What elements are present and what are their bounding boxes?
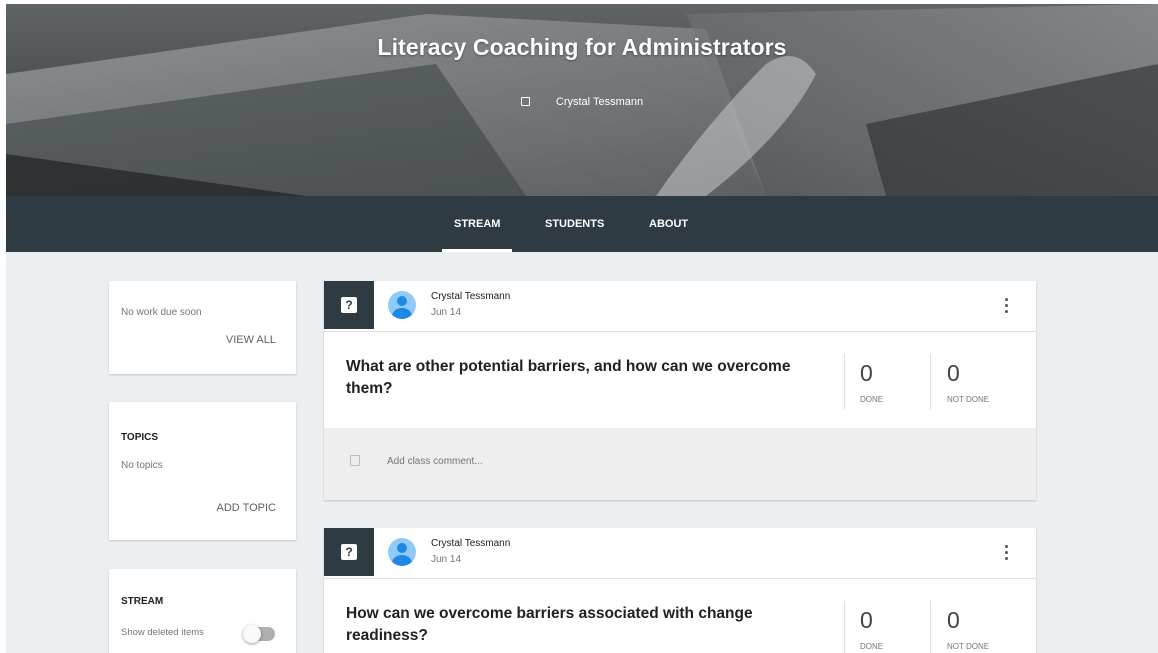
question-text[interactable]: How can we overcome barriers associated … bbox=[346, 603, 836, 647]
no-topics-text: No topics bbox=[121, 460, 163, 471]
not-done-label: NOT DONE bbox=[947, 642, 990, 651]
teacher-name: Crystal Tessmann bbox=[555, 96, 644, 108]
divider bbox=[324, 331, 1036, 332]
comment-icon bbox=[350, 455, 360, 466]
tab-about[interactable]: ABOUT bbox=[649, 196, 688, 252]
post-author: Crystal Tessmann bbox=[431, 291, 511, 302]
topics-card: TOPICS No topics ADD TOPIC bbox=[109, 402, 296, 540]
teacher-line: Crystal Tessmann bbox=[6, 96, 1158, 108]
question-post-card: ? Crystal Tessmann Jun 14 How can we ove… bbox=[324, 528, 1036, 653]
class-header-banner: Literacy Coaching for Administrators Cry… bbox=[6, 4, 1158, 196]
not-done-count[interactable]: 0 bbox=[947, 607, 960, 634]
more-options-icon[interactable] bbox=[1000, 295, 1012, 315]
question-text[interactable]: What are other potential barriers, and h… bbox=[346, 356, 836, 400]
view-all-link[interactable]: VIEW ALL bbox=[226, 334, 276, 346]
done-label: DONE bbox=[860, 642, 884, 651]
done-count[interactable]: 0 bbox=[860, 360, 873, 387]
add-comment-input[interactable]: Add class comment... bbox=[387, 456, 483, 467]
question-post-card: ? Crystal Tessmann Jun 14 What are other… bbox=[324, 281, 1036, 500]
stream-heading: STREAM bbox=[121, 596, 164, 607]
done-label: DONE bbox=[860, 395, 884, 404]
show-deleted-toggle[interactable] bbox=[243, 625, 275, 643]
class-comment-area[interactable]: Add class comment... bbox=[324, 428, 1036, 500]
topics-heading: TOPICS bbox=[121, 432, 159, 443]
tab-students[interactable]: STUDENTS bbox=[545, 196, 604, 252]
class-title: Literacy Coaching for Administrators bbox=[377, 34, 787, 60]
divider bbox=[844, 354, 845, 410]
avatar bbox=[388, 538, 416, 566]
stream-settings-card: STREAM Show deleted items bbox=[109, 569, 296, 653]
classroom-page: Literacy Coaching for Administrators Cry… bbox=[6, 4, 1158, 653]
divider bbox=[324, 578, 1036, 579]
no-work-text: No work due soon bbox=[121, 307, 202, 318]
tab-bar: STREAM STUDENTS ABOUT bbox=[6, 196, 1158, 252]
done-count[interactable]: 0 bbox=[860, 607, 873, 634]
toggle-knob bbox=[243, 625, 261, 643]
post-date: Jun 14 bbox=[431, 554, 462, 565]
divider bbox=[844, 601, 845, 653]
divider bbox=[930, 601, 931, 653]
teacher-icon bbox=[520, 97, 530, 106]
question-type-badge: ? bbox=[324, 528, 374, 576]
question-icon: ? bbox=[341, 297, 357, 313]
upcoming-work-card: No work due soon VIEW ALL bbox=[109, 281, 296, 374]
question-icon: ? bbox=[341, 544, 357, 560]
post-date: Jun 14 bbox=[431, 307, 462, 318]
tab-stream[interactable]: STREAM bbox=[441, 196, 514, 252]
divider bbox=[930, 354, 931, 410]
post-author: Crystal Tessmann bbox=[431, 538, 511, 549]
not-done-count[interactable]: 0 bbox=[947, 360, 960, 387]
avatar bbox=[388, 291, 416, 319]
add-topic-button[interactable]: ADD TOPIC bbox=[217, 502, 277, 514]
show-deleted-label: Show deleted items bbox=[121, 627, 204, 638]
more-options-icon[interactable] bbox=[1000, 542, 1012, 562]
question-type-badge: ? bbox=[324, 281, 374, 329]
not-done-label: NOT DONE bbox=[947, 395, 990, 404]
